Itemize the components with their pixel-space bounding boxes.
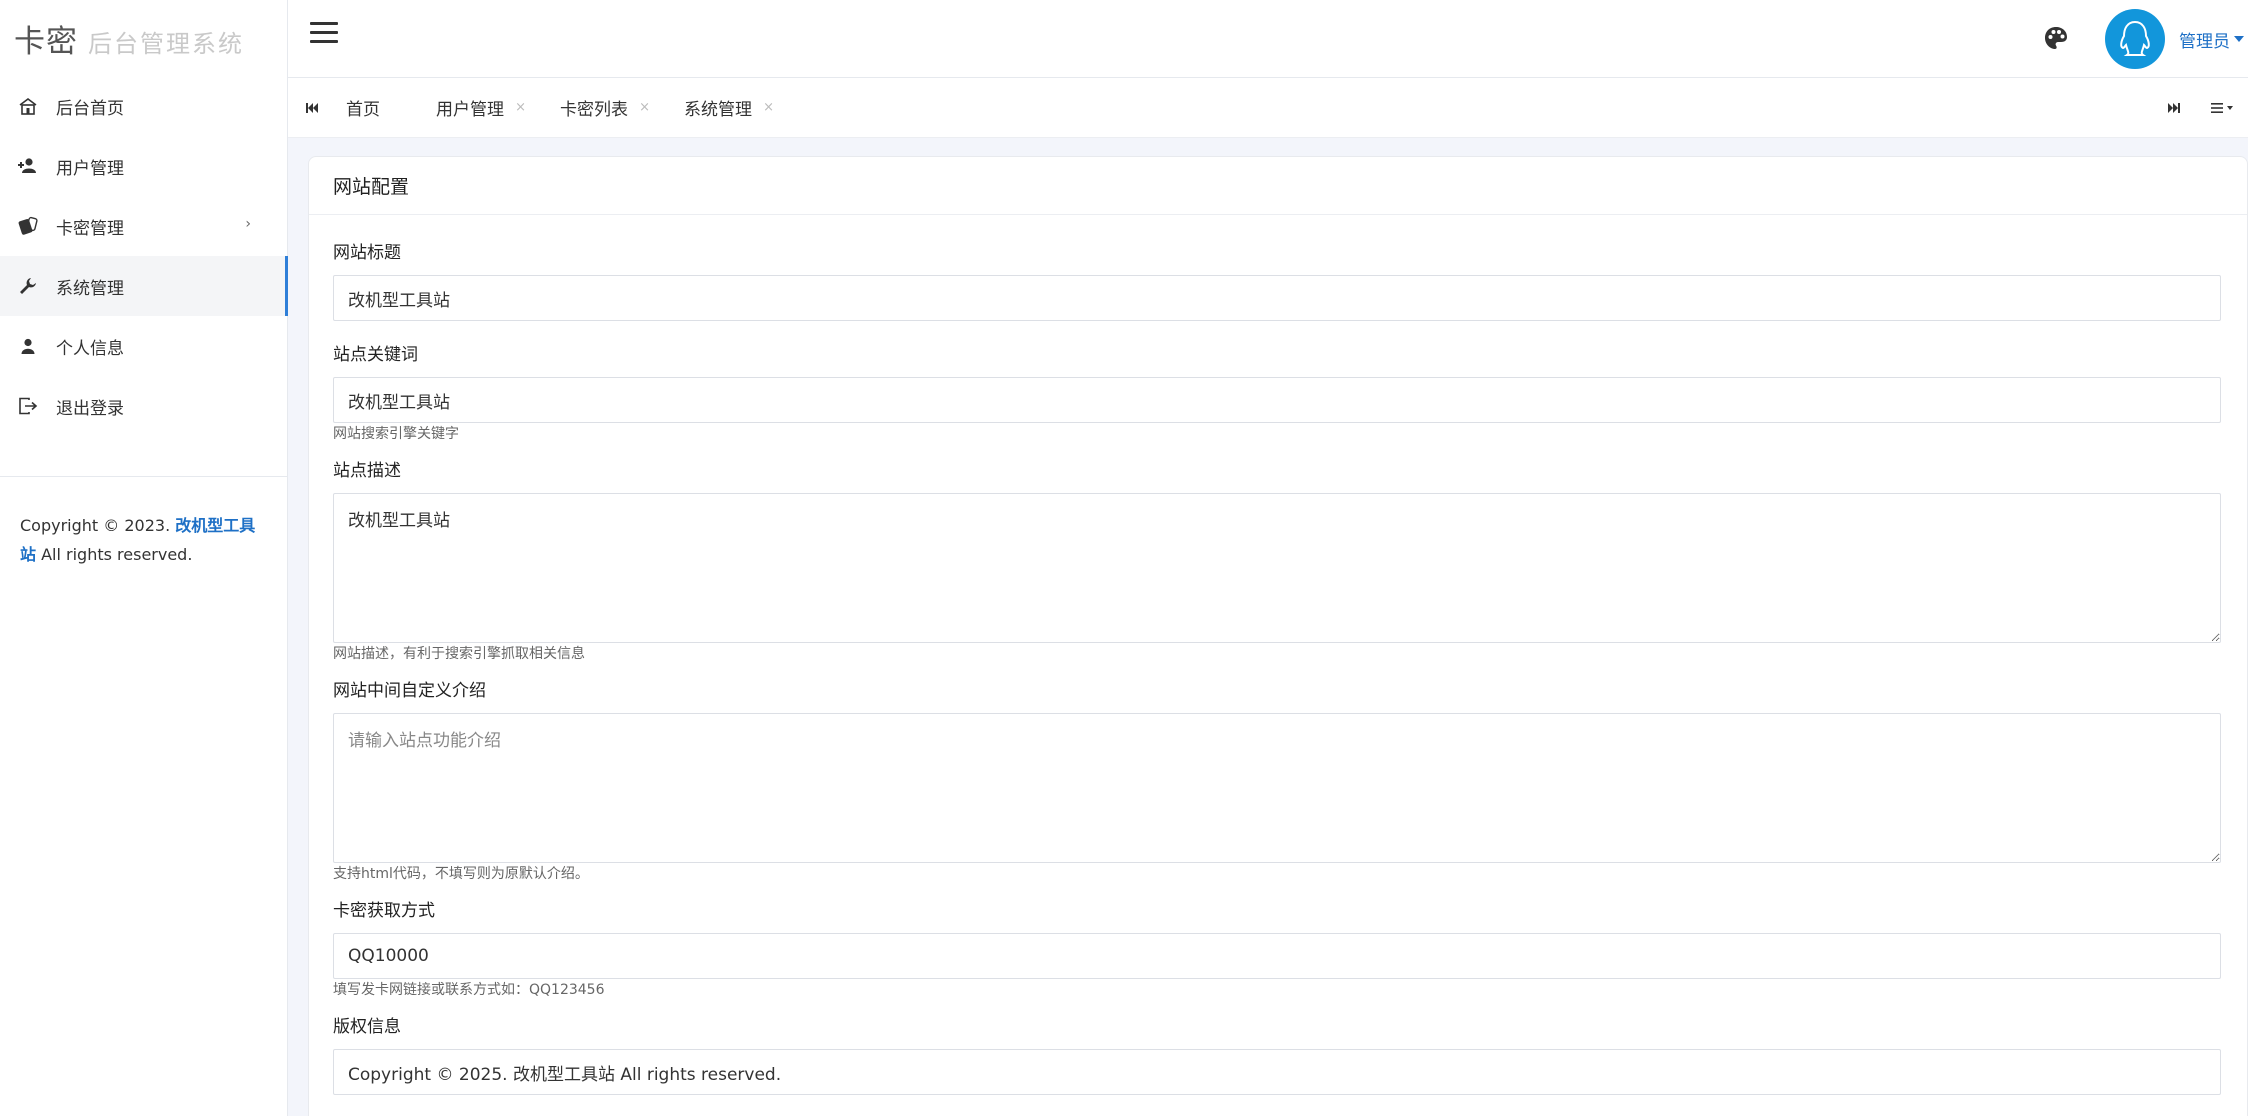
tab-home[interactable]: 首页 [336,78,402,138]
brand-logo: 卡密 [14,24,78,60]
field-label: 网站标题 [333,243,401,263]
sidebar-item-cards[interactable]: 卡密管理 › [0,196,287,256]
sidebar-item-profile[interactable]: 个人信息 [0,316,287,376]
tab-card-list[interactable]: 卡密列表 × [550,78,650,138]
field-help: 网站描述，有利于搜索引擎抓取相关信息 [333,646,585,662]
brand: 卡密 后台管理系统 [0,0,287,72]
top-header: 管理员 [288,0,2248,78]
tab-label: 系统管理 [684,100,752,120]
intro-textarea[interactable] [333,713,2221,863]
close-icon[interactable]: × [763,100,774,115]
qq-penguin-icon [2120,20,2150,56]
tab-controls [2150,78,2248,138]
close-icon[interactable]: × [515,100,526,115]
tab-bar: 首页 用户管理 × 卡密列表 × 系统管理 × [288,78,2248,138]
field-help: 网站搜索引擎关键字 [333,426,459,442]
field-description: 站点描述 改机型工具站 网站描述，有利于搜索引擎抓取相关信息 [333,457,2223,665]
sidebar-item-users[interactable]: 用户管理 [0,136,287,196]
field-label: 版权信息 [333,1017,401,1037]
sidebar-copyright: Copyright © 2023. 改机型工具站 All rights rese… [0,477,287,569]
wrench-icon [16,276,40,296]
description-textarea[interactable]: 改机型工具站 [333,493,2221,643]
site-title-input[interactable] [333,275,2221,321]
user-icon [16,336,40,356]
sidebar-item-label: 后台首页 [56,98,124,119]
menu-toggle-icon[interactable] [310,22,338,46]
tab-label: 用户管理 [436,100,504,120]
sidebar-item-label: 退出登录 [56,398,124,419]
users-icon [16,156,40,176]
avatar[interactable] [2105,9,2165,69]
field-copyright: 版权信息 [333,1013,2223,1095]
tab-system[interactable]: 系统管理 × [674,78,774,138]
sidebar-item-system[interactable]: 系统管理 [0,256,288,316]
caret-down-icon[interactable] [2234,36,2244,42]
tab-label: 卡密列表 [560,100,628,120]
tabs-scroll-left-icon[interactable] [288,78,336,138]
card-title: 网站配置 [309,157,2247,215]
field-site-title: 网站标题 [333,239,2223,321]
tab-users[interactable]: 用户管理 × [426,78,526,138]
keywords-input[interactable] [333,377,2221,423]
field-intro: 网站中间自定义介绍 支持html代码，不填写则为原默认介绍。 [333,677,2223,885]
sidebar-item-home[interactable]: 后台首页 [0,76,287,136]
field-help: 填写发卡网链接或联系方式如：QQ123456 [333,982,605,998]
sidebar-item-label: 个人信息 [56,338,124,359]
sidebar-item-label: 系统管理 [56,278,124,299]
tabs-scroll-right-icon[interactable] [2150,78,2198,138]
field-label: 站点关键词 [333,345,418,365]
cards-icon [16,216,40,236]
field-label: 站点描述 [333,461,401,481]
field-keywords: 站点关键词 网站搜索引擎关键字 [333,341,2223,445]
brand-system-name: 后台管理系统 [88,30,244,58]
sidebar-item-label: 用户管理 [56,158,124,179]
copyright-suffix: All rights reserved. [36,545,193,564]
close-icon[interactable]: × [639,100,650,115]
logout-icon [16,396,40,416]
copyright-prefix: Copyright © 2023. [20,516,176,535]
header-right: 管理员 [2043,0,2248,78]
sidebar-menu: 后台首页 用户管理 卡密管理 › 系统管理 个人信息 退出登录 [0,76,288,436]
user-name[interactable]: 管理员 [2179,27,2230,52]
tab-label: 首页 [346,100,380,120]
sidebar-item-logout[interactable]: 退出登录 [0,376,287,436]
chevron-right-icon: › [245,216,251,232]
field-label: 卡密获取方式 [333,901,435,921]
field-label: 网站中间自定义介绍 [333,681,486,701]
sidebar-item-label: 卡密管理 [56,218,124,239]
copyright-input[interactable] [333,1049,2221,1095]
config-form: 网站标题 站点关键词 网站搜索引擎关键字 站点描述 改机型工具站 网站描述，有利… [309,215,2247,1095]
site-config-card: 网站配置 网站标题 站点关键词 网站搜索引擎关键字 站点描述 改机型工具站 网站… [308,156,2248,1116]
palette-icon[interactable] [2043,25,2071,53]
home-icon [16,96,40,116]
field-help: 支持html代码，不填写则为原默认介绍。 [333,866,589,882]
sidebar: 卡密 后台管理系统 后台首页 用户管理 卡密管理 › 系统管理 个人信息 退出登… [0,0,288,1116]
field-card-method: 卡密获取方式 填写发卡网链接或联系方式如：QQ123456 [333,897,2223,1001]
card-method-input[interactable] [333,933,2221,979]
tabs-menu-icon[interactable] [2198,78,2248,138]
